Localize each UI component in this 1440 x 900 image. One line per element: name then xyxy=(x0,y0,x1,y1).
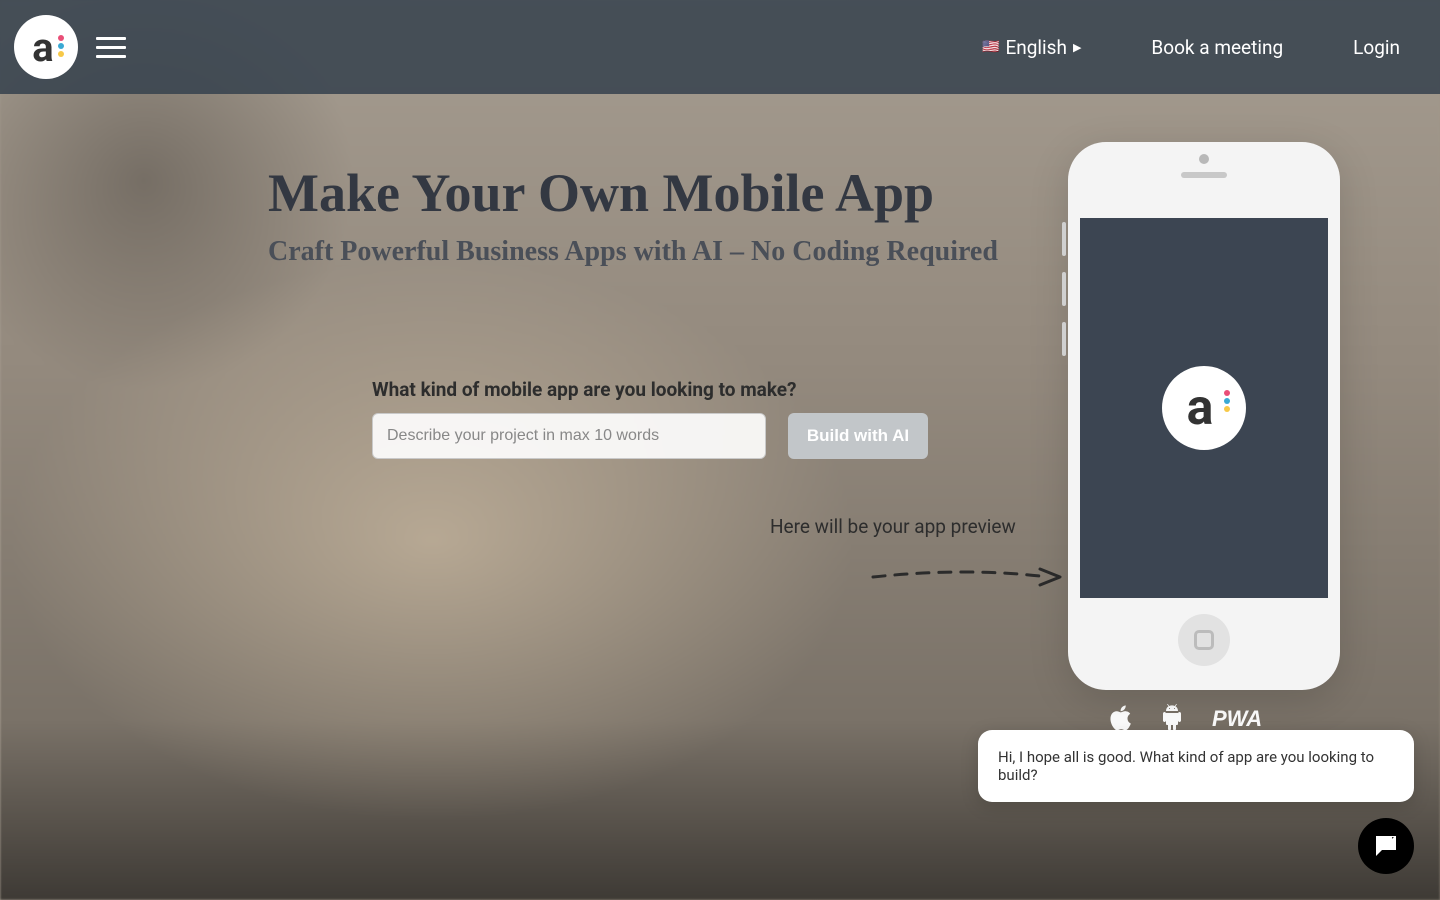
apple-icon xyxy=(1108,704,1132,732)
arrow-icon xyxy=(868,557,1068,597)
chat-icon xyxy=(1372,832,1400,860)
chat-message-text: Hi, I hope all is good. What kind of app… xyxy=(998,748,1374,784)
preview-hint-text: Here will be your app preview xyxy=(770,515,1016,538)
caret-right-icon: ▶ xyxy=(1073,41,1081,54)
pwa-icon: PWA xyxy=(1212,704,1290,732)
platform-icons: PWA xyxy=(1108,704,1290,732)
flag-icon: 🇺🇸 xyxy=(982,39,999,55)
phone-speaker-icon xyxy=(1181,172,1227,178)
language-label: English xyxy=(1005,36,1066,59)
header-nav: 🇺🇸 English ▶ Book a meeting Login xyxy=(982,36,1400,59)
logo-dots-icon xyxy=(1224,388,1230,414)
language-selector[interactable]: 🇺🇸 English ▶ xyxy=(982,36,1081,59)
phone-camera-icon xyxy=(1199,154,1209,164)
project-description-input[interactable] xyxy=(372,413,766,459)
android-icon xyxy=(1160,704,1184,732)
chat-message-bubble: Hi, I hope all is good. What kind of app… xyxy=(978,730,1414,802)
menu-icon[interactable] xyxy=(96,31,126,64)
ai-prompt-form: What kind of mobile app are you looking … xyxy=(372,378,928,459)
login-link[interactable]: Login xyxy=(1353,36,1400,59)
hero-subheadline: Craft Powerful Business Apps with AI – N… xyxy=(268,236,1028,268)
phone-home-button-icon xyxy=(1178,614,1230,666)
book-meeting-link[interactable]: Book a meeting xyxy=(1151,36,1283,59)
phone-top-sensors xyxy=(1068,154,1340,178)
phone-side-buttons-icon xyxy=(1062,222,1066,372)
phone-splash-logo: a xyxy=(1162,366,1246,450)
chat-launcher-button[interactable] xyxy=(1358,818,1414,874)
hero-headline: Make Your Own Mobile App xyxy=(268,162,1028,224)
phone-screen: a xyxy=(1080,218,1328,598)
brand-logo[interactable]: a xyxy=(14,15,78,79)
phone-mockup: a xyxy=(1068,142,1340,690)
svg-text:PWA: PWA xyxy=(1212,706,1262,731)
prompt-label: What kind of mobile app are you looking … xyxy=(372,378,928,401)
logo-letter: a xyxy=(32,24,53,71)
logo-dots-icon xyxy=(58,33,64,59)
hero-text: Make Your Own Mobile App Craft Powerful … xyxy=(268,162,1028,268)
site-header: a 🇺🇸 English ▶ Book a meeting Login xyxy=(0,0,1440,94)
build-with-ai-button[interactable]: Build with AI xyxy=(788,413,928,459)
